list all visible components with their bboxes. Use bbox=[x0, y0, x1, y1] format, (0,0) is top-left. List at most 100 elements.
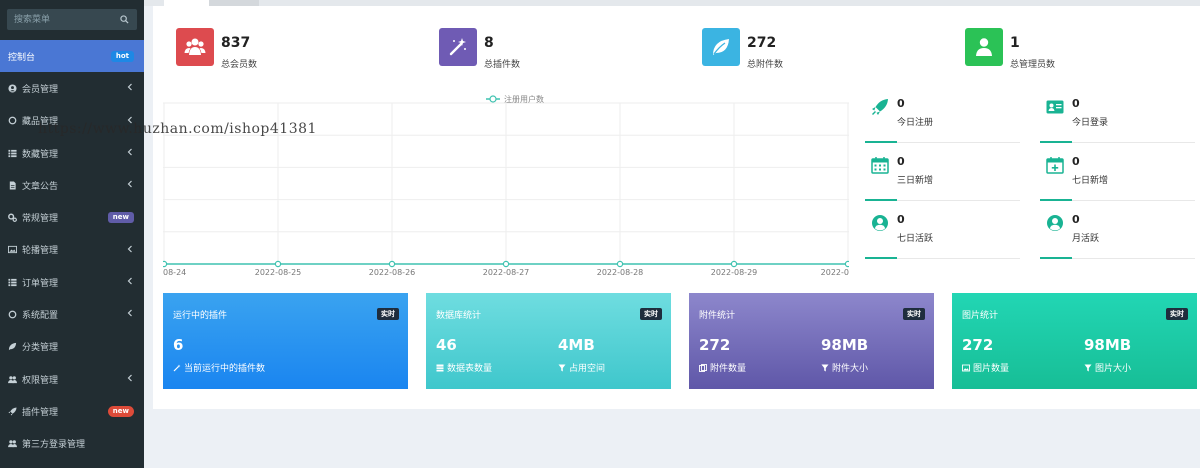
sidebar-item-general[interactable]: 常规管理 new bbox=[0, 201, 144, 233]
user-circle-icon bbox=[8, 84, 17, 93]
card-running-plugins: 运行中的插件 实时 6 当前运行中的插件数 bbox=[163, 293, 408, 389]
chevron-left-icon bbox=[127, 245, 132, 253]
mini-stat-label: 月活跃 bbox=[1072, 234, 1100, 244]
cogs-icon bbox=[8, 213, 17, 223]
x-tick-label: 2022-08-25 bbox=[255, 268, 302, 277]
card-subtitle: 当前运行中的插件数 bbox=[173, 361, 265, 374]
card-subtitle: 图片数量 bbox=[962, 361, 1009, 374]
file-icon bbox=[9, 181, 16, 190]
chevron-left-icon bbox=[127, 180, 132, 188]
image-icon bbox=[962, 364, 970, 371]
stat-label: 总附件数 bbox=[747, 60, 784, 70]
circle-icon bbox=[8, 310, 17, 319]
x-tick-label: 08-24 bbox=[163, 268, 186, 277]
database-icon bbox=[436, 364, 444, 371]
card-subtitle-secondary: 图片大小 bbox=[1084, 361, 1131, 374]
data-point bbox=[388, 260, 396, 268]
card-value: 272 bbox=[699, 336, 731, 354]
x-tick-label: 2022-08-26 bbox=[369, 268, 416, 277]
sidebar-item-members[interactable]: 会员管理 bbox=[0, 72, 144, 104]
card-value: 272 bbox=[962, 336, 994, 354]
realtime-badge: 实时 bbox=[640, 308, 662, 320]
calendar-plus-icon bbox=[1046, 157, 1064, 174]
data-point bbox=[844, 260, 849, 268]
filter-icon bbox=[1084, 364, 1092, 371]
mini-stat-label: 七日新增 bbox=[1072, 176, 1109, 186]
mini-stat-value: 0 bbox=[1072, 213, 1080, 226]
card-title: 图片统计 bbox=[962, 311, 999, 321]
realtime-badge: 实时 bbox=[377, 308, 399, 320]
files-icon bbox=[699, 363, 707, 372]
dashboard-panel: 837 总会员数 8 总插件数 272 总附件数 1 总管理员数 08-24 20… bbox=[153, 6, 1200, 409]
leaf-icon bbox=[8, 343, 17, 351]
sidebar-item-digital-collections[interactable]: 数藏管理 bbox=[0, 137, 144, 169]
mini-stat-value: 0 bbox=[897, 97, 905, 110]
sidebar-item-label: 藏品管理 bbox=[22, 117, 59, 128]
magic-icon bbox=[173, 364, 181, 371]
search-icon[interactable] bbox=[120, 15, 129, 24]
sidebar: 控制台 hot 会员管理 藏品管理 数藏管理 文章公告 常规管理 new bbox=[0, 0, 144, 468]
sidebar-item-label: 常规管理 bbox=[22, 214, 59, 225]
sidebar-item-carousel[interactable]: 轮播管理 bbox=[0, 234, 144, 266]
stat-value: 272 bbox=[747, 35, 777, 51]
chevron-left-icon bbox=[127, 83, 132, 91]
sidebar-item-dashboard[interactable]: 控制台 hot bbox=[0, 40, 144, 73]
mini-stat-monthly-active: 0 月活跃 bbox=[1040, 209, 1195, 259]
sidebar-item-collections[interactable]: 藏品管理 bbox=[0, 105, 144, 137]
x-tick-label: 2022-08-29 bbox=[711, 268, 758, 277]
x-tick-label: 2022-08-27 bbox=[483, 268, 530, 277]
sidebar-item-categories[interactable]: 分类管理 bbox=[0, 331, 144, 363]
user-icon bbox=[965, 28, 1003, 66]
card-value-secondary: 98MB bbox=[1084, 336, 1132, 354]
list-icon bbox=[8, 278, 17, 286]
data-point bbox=[163, 260, 168, 268]
sidebar-item-permissions[interactable]: 权限管理 bbox=[0, 363, 144, 395]
mini-stat-today-login: 0 今日登录 bbox=[1040, 93, 1195, 143]
card-subtitle: 附件数量 bbox=[699, 361, 746, 374]
filter-icon bbox=[821, 364, 829, 371]
sidebar-item-label: 数藏管理 bbox=[22, 149, 59, 160]
card-value: 6 bbox=[173, 336, 184, 354]
stat-label: 总插件数 bbox=[484, 60, 521, 70]
sidebar-item-label: 第三方登录管理 bbox=[22, 440, 86, 451]
mini-stat-label: 三日新增 bbox=[897, 176, 934, 186]
card-title: 附件统计 bbox=[699, 311, 736, 321]
mini-stat-label: 今日登录 bbox=[1072, 118, 1109, 128]
users-icon bbox=[176, 28, 214, 66]
sidebar-item-system-config[interactable]: 系统配置 bbox=[0, 298, 144, 330]
sidebar-item-orders[interactable]: 订单管理 bbox=[0, 266, 144, 298]
legend-marker bbox=[489, 95, 497, 103]
sidebar-item-label: 插件管理 bbox=[22, 407, 59, 418]
card-value: 46 bbox=[436, 336, 457, 354]
card-database-stats: 数据库统计 实时 46 数据表数量 4MB 占用空间 bbox=[426, 293, 671, 389]
mini-stat-seven-day-active: 0 七日活跃 bbox=[865, 209, 1020, 259]
rocket-icon bbox=[872, 99, 888, 115]
stat-value: 1 bbox=[1010, 35, 1020, 51]
card-attachment-stats: 附件统计 实时 272 附件数量 98MB 附件大小 bbox=[689, 293, 934, 389]
card-title: 数据库统计 bbox=[436, 311, 482, 321]
sidebar-item-plugins[interactable]: 插件管理 new bbox=[0, 395, 144, 427]
mini-stat-value: 0 bbox=[1072, 97, 1080, 110]
stat-label: 总管理员数 bbox=[1010, 60, 1056, 70]
x-tick-label: 2022-08-28 bbox=[597, 268, 644, 277]
sidebar-item-label: 分类管理 bbox=[22, 343, 59, 354]
legend-label: 注册用户数 bbox=[504, 94, 544, 104]
new-badge: new bbox=[107, 406, 134, 418]
list-icon bbox=[8, 149, 17, 157]
chevron-left-icon bbox=[127, 148, 132, 156]
menu-search-input[interactable] bbox=[7, 9, 117, 30]
sidebar-item-label: 会员管理 bbox=[22, 84, 59, 95]
sidebar-item-articles[interactable]: 文章公告 bbox=[0, 169, 144, 201]
hot-badge: hot bbox=[110, 51, 134, 62]
sidebar-item-label: 系统配置 bbox=[22, 311, 59, 322]
chevron-left-icon bbox=[127, 374, 132, 382]
circle-icon bbox=[8, 116, 17, 125]
chevron-left-icon bbox=[127, 116, 132, 124]
sidebar-item-label: 轮播管理 bbox=[22, 246, 59, 257]
users-icon bbox=[8, 375, 17, 383]
sidebar-item-third-party-login[interactable]: 第三方登录管理 bbox=[0, 428, 144, 460]
menu-search-box bbox=[7, 9, 137, 30]
stat-value: 8 bbox=[484, 35, 494, 51]
chevron-left-icon bbox=[127, 309, 132, 317]
new-badge: new bbox=[107, 212, 134, 224]
